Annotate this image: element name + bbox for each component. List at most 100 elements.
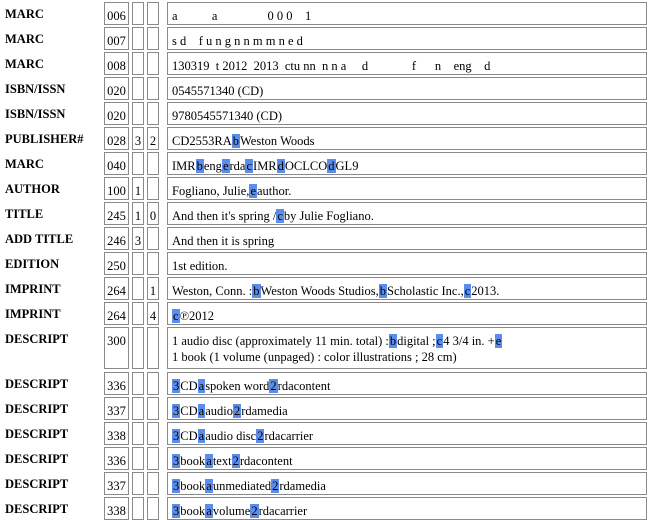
data-text: rdacontent [239, 454, 293, 468]
data-field[interactable]: IMRbengerdacIMRdOCLCOdGL9 [167, 152, 647, 175]
indicator-2-field[interactable]: 4 [147, 302, 159, 325]
data-field[interactable]: CD2553RAbWeston Woods [167, 127, 647, 150]
indicator-2-field[interactable] [147, 472, 159, 495]
indicator-2-field[interactable]: 2 [147, 127, 159, 150]
indicator-2-field[interactable] [147, 447, 159, 470]
indicator-2-field[interactable] [147, 77, 159, 100]
field-label: MARC [5, 157, 44, 171]
indicator-2-field[interactable] [147, 152, 159, 175]
indicator-2-field[interactable] [147, 52, 159, 75]
indicator-2-field[interactable] [147, 252, 159, 275]
indicator-1-field[interactable] [132, 472, 144, 495]
indicator-1-field[interactable] [132, 277, 144, 300]
indicator-2-field[interactable] [147, 397, 159, 420]
data-line: Weston, Conn. :bWeston Woods Studios,bSc… [172, 283, 646, 299]
data-field[interactable]: 3CDaaudio2rdamedia [167, 397, 647, 420]
indicator-1-field[interactable] [132, 102, 144, 125]
data-field[interactable]: And then it's spring /cby Julie Fogliano… [167, 202, 647, 225]
indicator-1-field[interactable] [132, 302, 144, 325]
data-field[interactable]: 3CDaaudio disc2rdacarrier [167, 422, 647, 445]
tag-field[interactable]: 008 [104, 52, 129, 75]
indicator-1-field[interactable]: 3 [132, 227, 144, 250]
data-field[interactable]: 9780545571340 (CD) [167, 102, 647, 125]
data-field[interactable]: 130319 t 2012 2013 ctu nn n n a d f n en… [167, 52, 647, 75]
tag-field[interactable]: 020 [104, 77, 129, 100]
data-line: CD2553RAbWeston Woods [172, 133, 646, 149]
indicator-1-field[interactable] [132, 422, 144, 445]
tag-field[interactable]: 245 [104, 202, 129, 225]
subfield-code: a [205, 479, 213, 493]
field-label: DESCRIPT [5, 402, 69, 416]
indicator-1-field[interactable] [132, 447, 144, 470]
indicator-1-field[interactable] [132, 327, 144, 369]
tag-field[interactable]: 336 [104, 372, 129, 395]
tag-field[interactable]: 020 [104, 102, 129, 125]
data-field[interactable]: 1 audio disc (approximately 11 min. tota… [167, 327, 647, 369]
marc-field-row: MARC 040 IMRbengerdacIMRdOCLCOdGL9 [0, 152, 650, 175]
data-field[interactable]: 3bookatext2rdacontent [167, 447, 647, 470]
tag-field[interactable]: 264 [104, 277, 129, 300]
indicator-1-field[interactable] [132, 52, 144, 75]
data-text: book [180, 454, 206, 468]
data-field[interactable]: 3bookavolume2rdacarrier [167, 497, 647, 520]
tag-field[interactable]: 100 [104, 177, 129, 200]
data-field[interactable]: c℗2012 [167, 302, 647, 325]
data-field[interactable]: a a 0 0 0 1 [167, 2, 647, 25]
indicator-2-field[interactable] [147, 372, 159, 395]
tag-field[interactable]: 264 [104, 302, 129, 325]
data-field[interactable]: Fogliano, Julie,eauthor. [167, 177, 647, 200]
data-text: spoken word [205, 379, 270, 393]
data-field[interactable]: 0545571340 (CD) [167, 77, 647, 100]
tag-field[interactable]: 336 [104, 447, 129, 470]
field-label: MARC [5, 7, 44, 21]
indicator-2-field[interactable]: 1 [147, 277, 159, 300]
indicator-1-field[interactable] [132, 397, 144, 420]
data-text: OCLCO [284, 159, 328, 173]
indicator-2-field[interactable] [147, 422, 159, 445]
indicator-1-field[interactable]: 1 [132, 177, 144, 200]
tag-field[interactable]: 337 [104, 472, 129, 495]
data-field[interactable]: s d f u n g n n m m n e d [167, 27, 647, 50]
tag-field[interactable]: 040 [104, 152, 129, 175]
field-label: IMPRINT [5, 282, 61, 296]
tag-field[interactable]: 300 [104, 327, 129, 369]
data-text: 2013. [471, 284, 500, 298]
indicator-2-field[interactable] [147, 102, 159, 125]
field-label: MARC [5, 32, 44, 46]
indicator-2-field[interactable] [147, 177, 159, 200]
indicator-1-field[interactable] [132, 497, 144, 520]
tag-field[interactable]: 338 [104, 422, 129, 445]
data-field[interactable]: 3CDaspoken word2rdacontent [167, 372, 647, 395]
tag-field[interactable]: 337 [104, 397, 129, 420]
indicator-2-field[interactable] [147, 27, 159, 50]
data-field[interactable]: Weston, Conn. :bWeston Woods Studios,bSc… [167, 277, 647, 300]
tag-field[interactable]: 338 [104, 497, 129, 520]
marc-field-row: ADD TITLE 246 3 And then it is spring [0, 227, 650, 250]
indicator-1-field[interactable]: 1 [132, 202, 144, 225]
indicator-1-field[interactable] [132, 152, 144, 175]
indicator-1-field[interactable]: 3 [132, 127, 144, 150]
indicator-1-field[interactable] [132, 77, 144, 100]
tag-field[interactable]: 028 [104, 127, 129, 150]
indicator-2-field[interactable]: 0 [147, 202, 159, 225]
subfield-code: d [276, 159, 285, 173]
tag-field[interactable]: 006 [104, 2, 129, 25]
indicator-1-field[interactable] [132, 252, 144, 275]
indicator-2-field[interactable] [147, 327, 159, 369]
indicator-1-field[interactable] [132, 27, 144, 50]
indicator-2-field[interactable] [147, 227, 159, 250]
field-label: MARC [5, 57, 44, 71]
data-text: 0545571340 (CD) [172, 84, 264, 98]
tag-field[interactable]: 250 [104, 252, 129, 275]
tag-field[interactable]: 246 [104, 227, 129, 250]
data-field[interactable]: And then it is spring [167, 227, 647, 250]
indicator-1-field[interactable] [132, 372, 144, 395]
data-field[interactable]: 3bookaunmediated2rdamedia [167, 472, 647, 495]
data-text: IMR [172, 159, 196, 173]
marc-field-row: DESCRIPT 338 3bookavolume2rdacarrier [0, 497, 650, 520]
indicator-1-field[interactable] [132, 2, 144, 25]
indicator-2-field[interactable] [147, 497, 159, 520]
data-field[interactable]: 1st edition. [167, 252, 647, 275]
indicator-2-field[interactable] [147, 2, 159, 25]
tag-field[interactable]: 007 [104, 27, 129, 50]
